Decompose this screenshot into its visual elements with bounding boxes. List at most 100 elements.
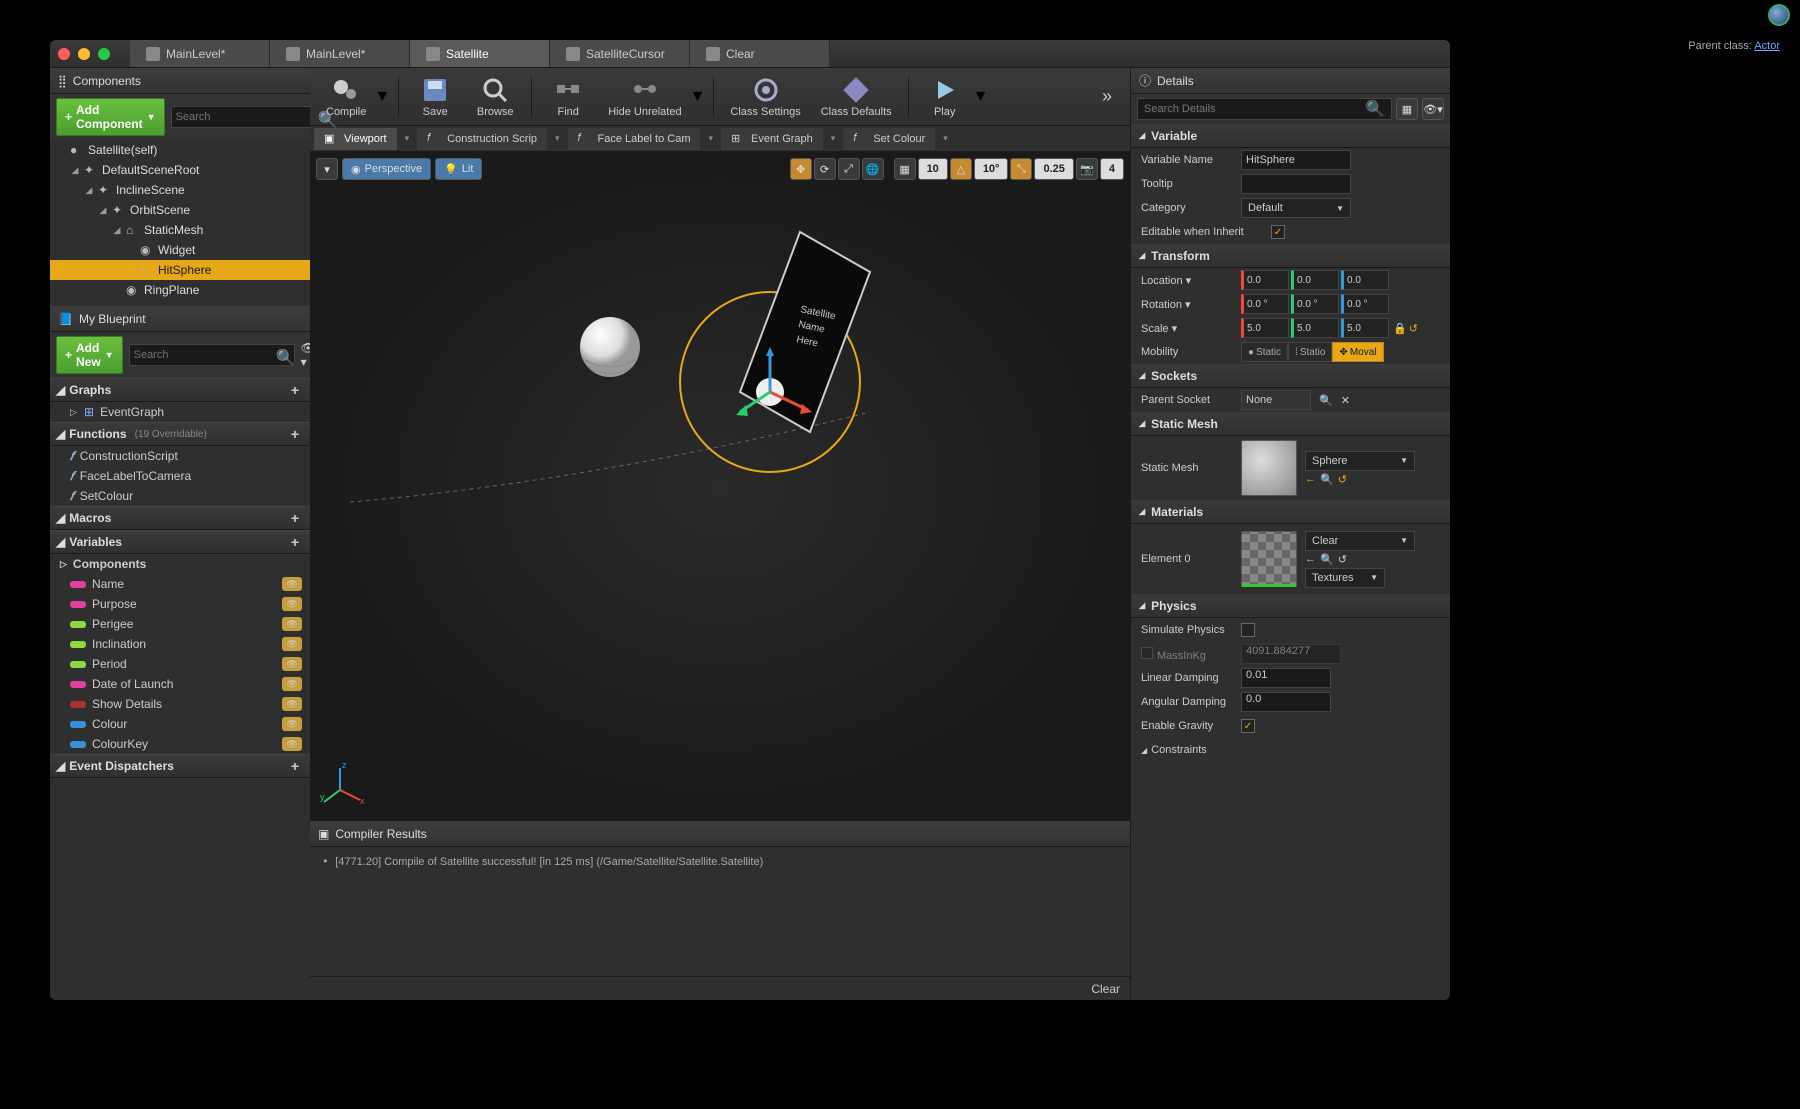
visibility-toggle[interactable]: 👁 <box>282 697 302 711</box>
macros-section[interactable]: ◢Macros+ <box>50 506 310 530</box>
tooltip-input[interactable] <box>1241 174 1351 194</box>
rot-y-input[interactable]: 0.0 ° <box>1291 294 1339 314</box>
document-tab[interactable]: MainLevel* <box>270 40 410 67</box>
loc-z-input[interactable]: 0.0 <box>1341 270 1389 290</box>
linear-damping-input[interactable]: 0.01 <box>1241 668 1331 688</box>
editor-tab[interactable]: ⊞Event Graph <box>721 128 823 150</box>
variable-item[interactable]: ColourKey👁 <box>50 734 310 754</box>
save-button[interactable]: Save <box>407 74 463 120</box>
class-settings-button[interactable]: Class Settings <box>722 74 808 120</box>
camera-speed-button[interactable]: 📷 <box>1076 158 1098 180</box>
scale-tool-button[interactable]: ⤢ <box>838 158 860 180</box>
use-selected-icon[interactable]: ← <box>1305 553 1316 566</box>
perspective-button[interactable]: ◉Perspective <box>342 158 431 180</box>
add-new-button[interactable]: +Add New▼ <box>56 336 123 374</box>
browse-button[interactable]: Browse <box>467 74 523 120</box>
visibility-toggle[interactable]: 👁 <box>282 617 302 631</box>
clear-icon[interactable]: ✕ <box>1341 394 1350 407</box>
components-search-input[interactable] <box>176 111 318 123</box>
material-asset-combo[interactable]: Clear▼ <box>1305 531 1415 551</box>
tab-chevron-icon[interactable]: ▾ <box>702 133 719 144</box>
details-search-input[interactable] <box>1144 103 1365 115</box>
cat-staticmesh[interactable]: Static Mesh <box>1131 412 1450 436</box>
components-panel-header[interactable]: ⣿ Components <box>50 68 310 94</box>
component-tree-node[interactable]: ◢✦OrbitScene <box>50 200 310 220</box>
document-tab[interactable]: MainLevel* <box>130 40 270 67</box>
document-tab[interactable]: Satellite <box>410 40 550 67</box>
details-search[interactable]: 🔍 <box>1137 98 1392 120</box>
component-tree-node[interactable]: ◢✦DefaultSceneRoot <box>50 160 310 180</box>
variable-item[interactable]: Show Details👁 <box>50 694 310 714</box>
reset-asset-icon[interactable]: ↺ <box>1338 553 1347 566</box>
visibility-toggle[interactable]: 👁 <box>282 677 302 691</box>
functions-section[interactable]: ◢Functions (19 Overridable) + <box>50 422 310 446</box>
visibility-toggle[interactable]: 👁 <box>282 737 302 751</box>
snap-grid-button[interactable]: ▦ <box>894 158 916 180</box>
clear-button[interactable]: Clear <box>1091 982 1120 996</box>
lit-button[interactable]: 💡Lit <box>435 158 482 180</box>
cat-variable[interactable]: Variable <box>1131 124 1450 148</box>
lock-icon[interactable]: 🔒 <box>1393 322 1407 335</box>
myblueprint-panel-header[interactable]: 📘 My Blueprint <box>50 306 310 332</box>
mobility-stationary-button[interactable]: ⁞ Statio <box>1288 342 1332 362</box>
component-tree-node[interactable]: ◢✦InclineScene <box>50 180 310 200</box>
component-tree-node[interactable]: ◢⌂StaticMesh <box>50 220 310 240</box>
tab-chevron-icon[interactable]: ▾ <box>549 133 566 144</box>
mobility-static-button[interactable]: ● Static <box>1241 342 1288 362</box>
details-header[interactable]: ⓘDetails <box>1131 68 1450 94</box>
cat-physics[interactable]: Physics <box>1131 594 1450 618</box>
tab-chevron-icon[interactable]: ▾ <box>825 133 842 144</box>
find-button[interactable]: Find <box>540 74 596 120</box>
add-macro-button[interactable]: + <box>286 509 304 527</box>
visibility-toggle[interactable]: 👁 <box>282 657 302 671</box>
viewport[interactable]: ▾ ◉Perspective 💡Lit ✥ ⟳ ⤢ 🌐 ▦ 10 △ 10° ⤡… <box>310 152 1130 820</box>
scale-z-input[interactable]: 5.0 <box>1341 318 1389 338</box>
tab-chevron-icon[interactable]: ▾ <box>937 133 954 144</box>
move-tool-button[interactable]: ✥ <box>790 158 812 180</box>
variables-group[interactable]: ▷Components <box>50 554 310 574</box>
zoom-icon[interactable] <box>98 48 110 60</box>
visibility-toggle[interactable]: 👁 <box>282 717 302 731</box>
function-item[interactable]: 𝑓SetColour <box>50 486 310 506</box>
rot-x-input[interactable]: 0.0 ° <box>1241 294 1289 314</box>
add-graph-button[interactable]: + <box>286 381 304 399</box>
snap-scale-value[interactable]: 0.25 <box>1034 158 1073 180</box>
component-tree-node[interactable]: ◉RingPlane <box>50 280 310 300</box>
editor-tab[interactable]: ▣Viewport <box>314 128 397 150</box>
variable-item[interactable]: Name👁 <box>50 574 310 594</box>
add-component-button[interactable]: +Add Component▼ <box>56 98 165 136</box>
visibility-toggle[interactable]: 👁 <box>282 637 302 651</box>
snap-scale-button[interactable]: ⤡ <box>1010 158 1032 180</box>
use-selected-icon[interactable]: ← <box>1305 473 1316 486</box>
add-variable-button[interactable]: + <box>286 533 304 551</box>
reset-asset-icon[interactable]: ↺ <box>1338 473 1347 486</box>
editable-checkbox[interactable]: ✓ <box>1271 225 1285 239</box>
category-combo[interactable]: Default▼ <box>1241 198 1351 218</box>
graphs-section[interactable]: ◢Graphs+ <box>50 378 310 402</box>
snap-angle-value[interactable]: 10° <box>974 158 1009 180</box>
scale-y-input[interactable]: 5.0 <box>1291 318 1339 338</box>
snap-angle-button[interactable]: △ <box>950 158 972 180</box>
add-function-button[interactable]: + <box>286 425 304 443</box>
variable-item[interactable]: Inclination👁 <box>50 634 310 654</box>
reset-icon[interactable]: ↺ <box>1409 322 1418 335</box>
document-tab[interactable]: SatelliteCursor <box>550 40 690 67</box>
close-icon[interactable] <box>58 48 70 60</box>
details-eye-button[interactable]: 👁▾ <box>1422 98 1444 120</box>
variable-item[interactable]: Period👁 <box>50 654 310 674</box>
variable-item[interactable]: Date of Launch👁 <box>50 674 310 694</box>
document-tab[interactable]: Clear <box>690 40 830 67</box>
hide-unrelated-button[interactable]: Hide Unrelated▼ <box>600 74 705 120</box>
mesh-thumbnail[interactable] <box>1241 440 1297 496</box>
mobility-movable-button[interactable]: ✥ Moval <box>1332 342 1383 362</box>
editor-tab[interactable]: 𝑓Face Label to Cam <box>568 128 701 150</box>
viewport-menu-button[interactable]: ▾ <box>316 158 338 180</box>
cat-sockets[interactable]: Sockets <box>1131 364 1450 388</box>
tab-chevron-icon[interactable]: ▾ <box>399 133 416 144</box>
function-item[interactable]: 𝑓FaceLabelToCamera <box>50 466 310 486</box>
visibility-toggle[interactable]: 👁 <box>282 577 302 591</box>
compiler-results-header[interactable]: ▣Compiler Results <box>310 821 1130 847</box>
simulate-physics-checkbox[interactable] <box>1241 623 1255 637</box>
variables-section[interactable]: ◢Variables+ <box>50 530 310 554</box>
component-tree-node[interactable]: ◉Widget <box>50 240 310 260</box>
